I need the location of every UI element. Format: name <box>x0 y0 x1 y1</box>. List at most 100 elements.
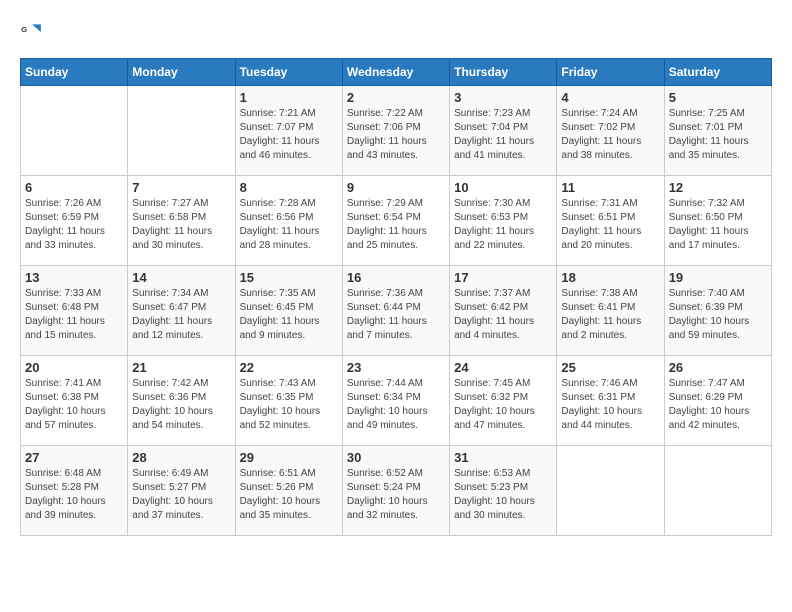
calendar-cell <box>21 86 128 176</box>
calendar-cell: 27 Sunrise: 6:48 AM Sunset: 5:28 PM Dayli… <box>21 446 128 536</box>
day-number: 14 <box>132 270 230 285</box>
calendar-week-row: 1 Sunrise: 7:21 AM Sunset: 7:07 PM Daylig… <box>21 86 772 176</box>
cell-content: Sunrise: 7:35 AM Sunset: 6:45 PM Dayligh… <box>240 287 338 343</box>
calendar-cell: 3 Sunrise: 7:23 AM Sunset: 7:04 PM Daylig… <box>450 86 557 176</box>
cell-content: Sunrise: 7:31 AM Sunset: 6:51 PM Dayligh… <box>561 197 659 253</box>
cell-content: Sunrise: 7:30 AM Sunset: 6:53 PM Dayligh… <box>454 197 552 253</box>
calendar-cell: 26Sunrise: 7:47 AM Sunset: 6:29 PM Dayli… <box>664 356 771 446</box>
day-number: 17 <box>454 270 552 285</box>
day-number: 23 <box>347 360 445 375</box>
day-number: 8 <box>240 180 338 195</box>
calendar-cell: 5 Sunrise: 7:25 AM Sunset: 7:01 PM Daylig… <box>664 86 771 176</box>
cell-content: Sunrise: 7:44 AM Sunset: 6:34 PM Dayligh… <box>347 377 445 433</box>
weekday-header-tuesday: Tuesday <box>235 59 342 86</box>
cell-content: Sunrise: 6:48 AM Sunset: 5:28 PM Dayligh… <box>25 467 123 523</box>
day-number: 5 <box>669 90 767 105</box>
calendar-cell: 16Sunrise: 7:36 AM Sunset: 6:44 PM Dayli… <box>342 266 449 356</box>
calendar-cell: 7 Sunrise: 7:27 AM Sunset: 6:58 PM Daylig… <box>128 176 235 266</box>
cell-content: Sunrise: 7:29 AM Sunset: 6:54 PM Dayligh… <box>347 197 445 253</box>
day-number: 11 <box>561 180 659 195</box>
cell-content: Sunrise: 7:33 AM Sunset: 6:48 PM Dayligh… <box>25 287 123 343</box>
day-number: 21 <box>132 360 230 375</box>
day-number: 25 <box>561 360 659 375</box>
day-number: 29 <box>240 450 338 465</box>
day-number: 16 <box>347 270 445 285</box>
calendar-cell: 30Sunrise: 6:52 AM Sunset: 5:24 PM Dayli… <box>342 446 449 536</box>
calendar-cell: 8Sunrise: 7:28 AM Sunset: 6:56 PM Daylig… <box>235 176 342 266</box>
cell-content: Sunrise: 6:51 AM Sunset: 5:26 PM Dayligh… <box>240 467 338 523</box>
day-number: 3 <box>454 90 552 105</box>
cell-content: Sunrise: 7:22 AM Sunset: 7:06 PM Dayligh… <box>347 107 445 163</box>
calendar-cell: 19Sunrise: 7:40 AM Sunset: 6:39 PM Dayli… <box>664 266 771 356</box>
day-number: 30 <box>347 450 445 465</box>
cell-content: Sunrise: 7:45 AM Sunset: 6:32 PM Dayligh… <box>454 377 552 433</box>
svg-text:G: G <box>21 25 27 34</box>
calendar-cell: 29 Sunrise: 6:51 AM Sunset: 5:26 PM Dayli… <box>235 446 342 536</box>
cell-content: Sunrise: 7:34 AM Sunset: 6:47 PM Dayligh… <box>132 287 230 343</box>
day-number: 12 <box>669 180 767 195</box>
calendar-cell: 1 Sunrise: 7:21 AM Sunset: 7:07 PM Daylig… <box>235 86 342 176</box>
calendar-cell: 31Sunrise: 6:53 AM Sunset: 5:23 PM Dayli… <box>450 446 557 536</box>
cell-content: Sunrise: 7:42 AM Sunset: 6:36 PM Dayligh… <box>132 377 230 433</box>
calendar-week-row: 6Sunrise: 7:26 AM Sunset: 6:59 PM Daylig… <box>21 176 772 266</box>
day-number: 27 <box>25 450 123 465</box>
logo: G <box>20 20 46 42</box>
calendar-cell: 28Sunrise: 6:49 AM Sunset: 5:27 PM Dayli… <box>128 446 235 536</box>
cell-content: Sunrise: 7:37 AM Sunset: 6:42 PM Dayligh… <box>454 287 552 343</box>
weekday-header-monday: Monday <box>128 59 235 86</box>
cell-content: Sunrise: 7:43 AM Sunset: 6:35 PM Dayligh… <box>240 377 338 433</box>
cell-content: Sunrise: 7:46 AM Sunset: 6:31 PM Dayligh… <box>561 377 659 433</box>
calendar-cell: 24 Sunrise: 7:45 AM Sunset: 6:32 PM Dayli… <box>450 356 557 446</box>
calendar-table: SundayMondayTuesdayWednesdayThursdayFrid… <box>20 58 772 536</box>
day-number: 19 <box>669 270 767 285</box>
calendar-cell: 23 Sunrise: 7:44 AM Sunset: 6:34 PM Dayli… <box>342 356 449 446</box>
calendar-cell: 22 Sunrise: 7:43 AM Sunset: 6:35 PM Dayli… <box>235 356 342 446</box>
weekday-header-sunday: Sunday <box>21 59 128 86</box>
cell-content: Sunrise: 7:21 AM Sunset: 7:07 PM Dayligh… <box>240 107 338 163</box>
calendar-cell: 12 Sunrise: 7:32 AM Sunset: 6:50 PM Dayli… <box>664 176 771 266</box>
weekday-header-friday: Friday <box>557 59 664 86</box>
calendar-body: 1 Sunrise: 7:21 AM Sunset: 7:07 PM Daylig… <box>21 86 772 536</box>
day-number: 4 <box>561 90 659 105</box>
day-number: 2 <box>347 90 445 105</box>
calendar-cell: 9 Sunrise: 7:29 AM Sunset: 6:54 PM Daylig… <box>342 176 449 266</box>
calendar-cell: 25 Sunrise: 7:46 AM Sunset: 6:31 PM Dayli… <box>557 356 664 446</box>
calendar-cell: 20 Sunrise: 7:41 AM Sunset: 6:38 PM Dayli… <box>21 356 128 446</box>
cell-content: Sunrise: 7:38 AM Sunset: 6:41 PM Dayligh… <box>561 287 659 343</box>
day-number: 9 <box>347 180 445 195</box>
cell-content: Sunrise: 7:32 AM Sunset: 6:50 PM Dayligh… <box>669 197 767 253</box>
calendar-cell: 11 Sunrise: 7:31 AM Sunset: 6:51 PM Dayli… <box>557 176 664 266</box>
cell-content: Sunrise: 7:23 AM Sunset: 7:04 PM Dayligh… <box>454 107 552 163</box>
cell-content: Sunrise: 6:49 AM Sunset: 5:27 PM Dayligh… <box>132 467 230 523</box>
cell-content: Sunrise: 7:27 AM Sunset: 6:58 PM Dayligh… <box>132 197 230 253</box>
calendar-cell: 18 Sunrise: 7:38 AM Sunset: 6:41 PM Dayli… <box>557 266 664 356</box>
day-number: 26 <box>669 360 767 375</box>
day-number: 20 <box>25 360 123 375</box>
calendar-cell: 6Sunrise: 7:26 AM Sunset: 6:59 PM Daylig… <box>21 176 128 266</box>
day-number: 6 <box>25 180 123 195</box>
calendar-cell: 15 Sunrise: 7:35 AM Sunset: 6:45 PM Dayli… <box>235 266 342 356</box>
weekday-header-saturday: Saturday <box>664 59 771 86</box>
day-number: 22 <box>240 360 338 375</box>
calendar-cell: 17 Sunrise: 7:37 AM Sunset: 6:42 PM Dayli… <box>450 266 557 356</box>
day-number: 7 <box>132 180 230 195</box>
calendar-cell: 10Sunrise: 7:30 AM Sunset: 6:53 PM Dayli… <box>450 176 557 266</box>
weekday-header-row: SundayMondayTuesdayWednesdayThursdayFrid… <box>21 59 772 86</box>
cell-content: Sunrise: 7:25 AM Sunset: 7:01 PM Dayligh… <box>669 107 767 163</box>
day-number: 1 <box>240 90 338 105</box>
calendar-cell <box>128 86 235 176</box>
day-number: 15 <box>240 270 338 285</box>
calendar-cell: 14 Sunrise: 7:34 AM Sunset: 6:47 PM Dayli… <box>128 266 235 356</box>
calendar-cell: 13Sunrise: 7:33 AM Sunset: 6:48 PM Dayli… <box>21 266 128 356</box>
weekday-header-wednesday: Wednesday <box>342 59 449 86</box>
weekday-header-thursday: Thursday <box>450 59 557 86</box>
calendar-week-row: 27 Sunrise: 6:48 AM Sunset: 5:28 PM Dayli… <box>21 446 772 536</box>
cell-content: Sunrise: 7:24 AM Sunset: 7:02 PM Dayligh… <box>561 107 659 163</box>
cell-content: Sunrise: 7:41 AM Sunset: 6:38 PM Dayligh… <box>25 377 123 433</box>
day-number: 18 <box>561 270 659 285</box>
page-header: G <box>20 20 772 42</box>
logo-icon: G <box>20 20 42 42</box>
calendar-cell: 4 Sunrise: 7:24 AM Sunset: 7:02 PM Daylig… <box>557 86 664 176</box>
day-number: 31 <box>454 450 552 465</box>
day-number: 24 <box>454 360 552 375</box>
